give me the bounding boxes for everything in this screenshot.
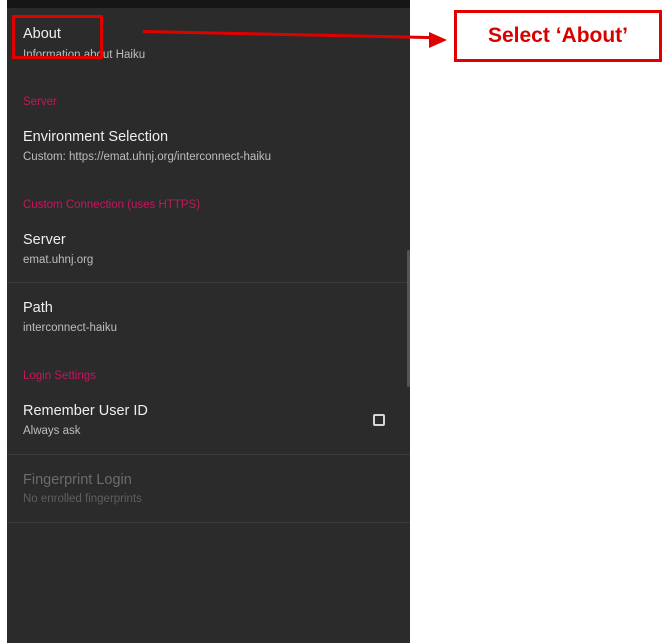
- about-highlight-box: [12, 15, 103, 59]
- custom-connection-category-header: Custom Connection (uses HTTPS): [23, 199, 201, 211]
- path-preference[interactable]: Path interconnect-haiku: [7, 283, 410, 351]
- remember-user-id-subtitle: Always ask: [23, 425, 81, 437]
- remember-user-id-preference[interactable]: Remember User ID Always ask: [7, 390, 410, 453]
- environment-selection-subtitle: Custom: https://emat.uhnj.org/interconne…: [23, 151, 272, 163]
- environment-selection-preference[interactable]: Environment Selection Custom: https://em…: [7, 118, 410, 178]
- server-subtitle: emat.uhnj.org: [23, 254, 94, 266]
- environment-selection-title: Environment Selection: [23, 129, 169, 145]
- fingerprint-login-preference: Fingerprint Login No enrolled fingerprin…: [7, 455, 410, 523]
- login-settings-category-header: Login Settings: [23, 370, 96, 382]
- path-subtitle: interconnect-haiku: [23, 322, 117, 334]
- server-preference[interactable]: Server emat.uhnj.org: [7, 220, 410, 281]
- status-bar: [7, 0, 410, 8]
- annotation-callout: Select ‘About’: [454, 10, 662, 62]
- server-category-header: Server: [23, 96, 57, 108]
- server-title: Server: [23, 232, 66, 248]
- path-title: Path: [23, 300, 53, 316]
- remember-user-id-title: Remember User ID: [23, 403, 148, 419]
- divider: [7, 522, 410, 523]
- fingerprint-login-subtitle: No enrolled fingerprints: [23, 493, 142, 505]
- remember-user-id-checkbox[interactable]: [373, 414, 385, 426]
- settings-screen: About Information about Haiku Server Env…: [7, 0, 410, 643]
- annotation-arrow-head: [429, 32, 447, 48]
- scrollbar[interactable]: [407, 250, 410, 387]
- fingerprint-login-title: Fingerprint Login: [23, 472, 132, 488]
